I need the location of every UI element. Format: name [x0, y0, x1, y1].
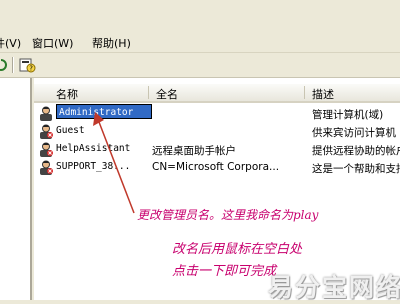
annotation-finish: 点击一下即可完成	[172, 264, 277, 279]
arrow-shaft	[98, 121, 135, 214]
annotation-rename: 更改管理员名。这里我命名为play	[137, 208, 319, 222]
arrow-head	[93, 112, 104, 126]
watermark-logo: 易分宝网络	[268, 273, 400, 302]
annotation-click-blank: 改名后用鼠标在空白处	[172, 242, 303, 257]
